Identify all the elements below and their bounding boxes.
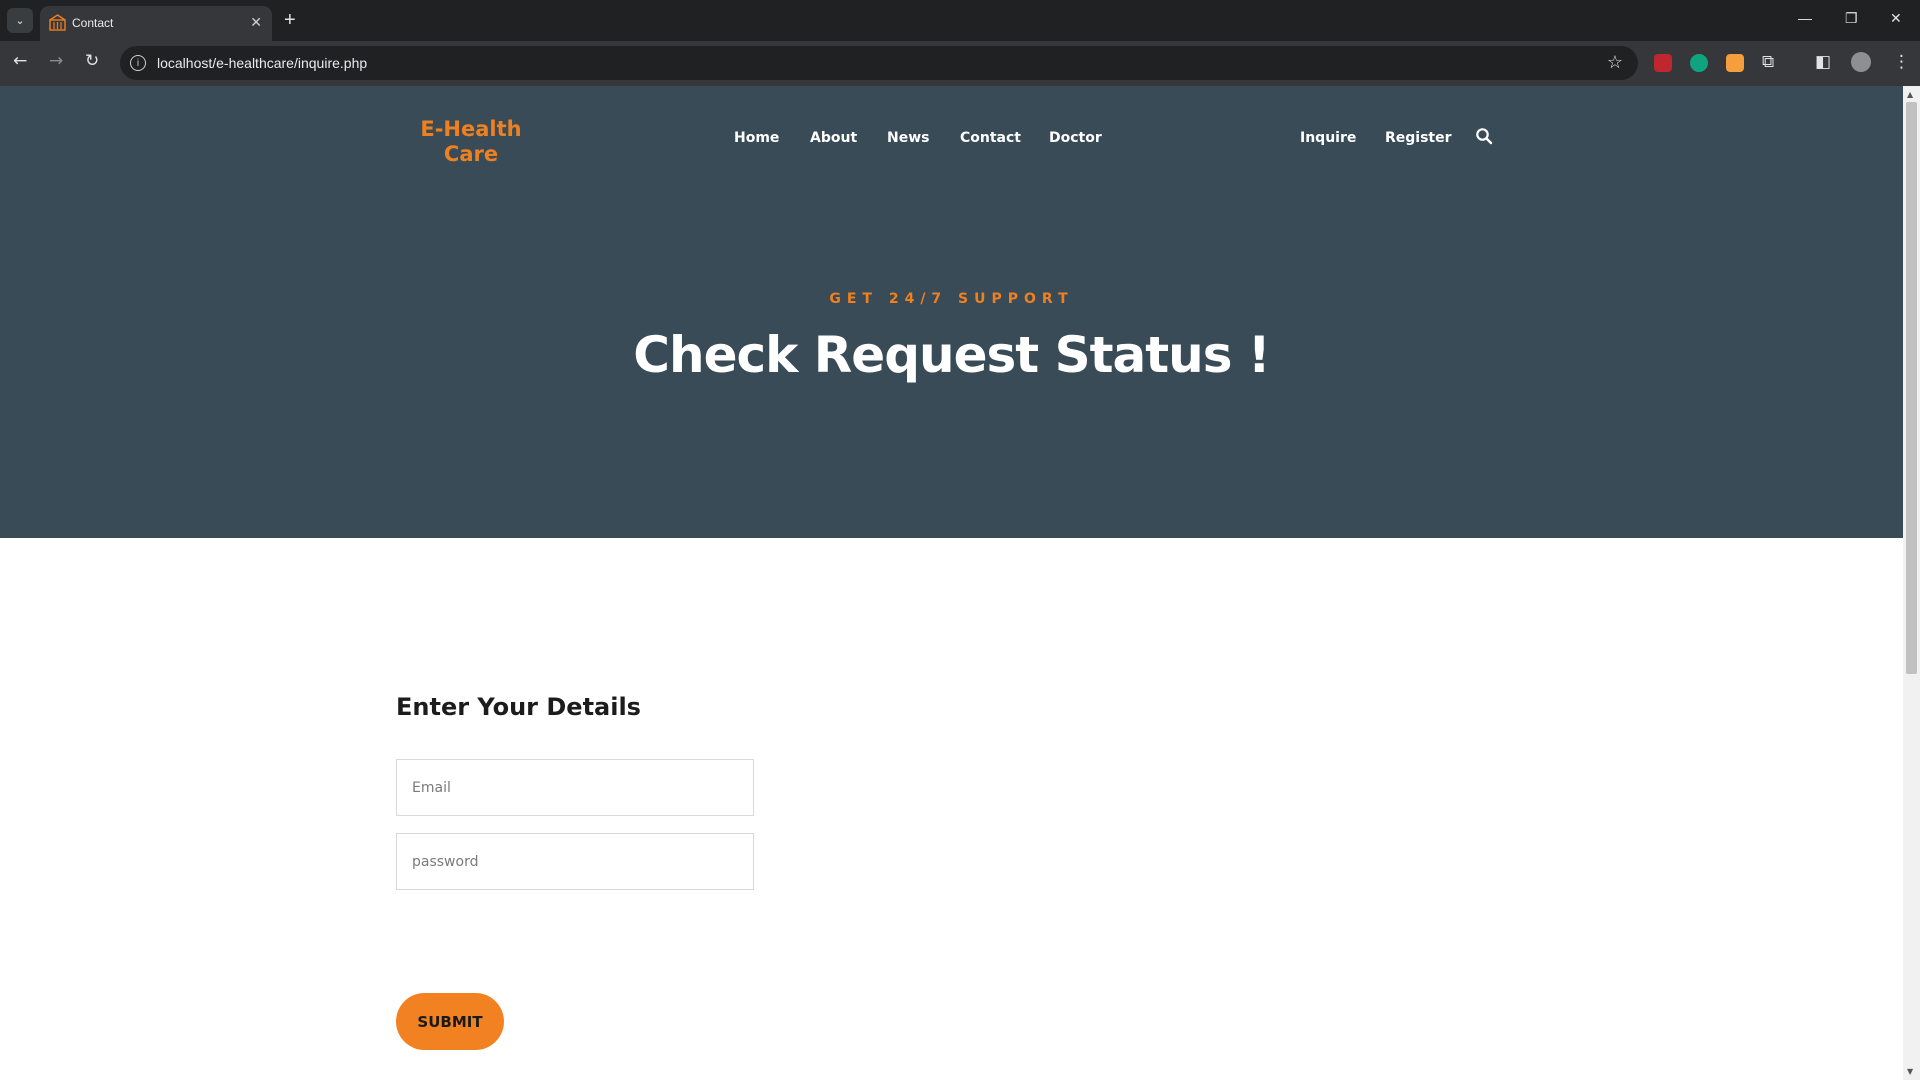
minimize-button[interactable]: —: [1798, 10, 1812, 26]
star-icon[interactable]: ☆: [1607, 52, 1623, 73]
menu-icon[interactable]: ⋮: [1893, 52, 1910, 72]
nav-home[interactable]: Home: [734, 130, 779, 146]
hero-kicker: GET 24/7 SUPPORT: [829, 291, 1074, 307]
email-field[interactable]: [396, 759, 754, 816]
info-icon[interactable]: i: [130, 55, 146, 71]
chatgpt-extension-icon[interactable]: [1690, 54, 1708, 72]
form-title: Enter Your Details: [396, 693, 641, 721]
url-text[interactable]: localhost/e-healthcare/inquire.php: [157, 55, 367, 71]
page-content: E-Health Care Home About News Contact Do…: [0, 86, 1903, 1080]
hero-section: E-Health Care Home About News Contact Do…: [0, 86, 1903, 538]
nav-contact[interactable]: Contact: [960, 130, 1021, 146]
submit-button[interactable]: SUBMIT: [396, 993, 504, 1050]
page-title: Check Request Status !: [633, 326, 1270, 384]
restore-button[interactable]: ❐: [1845, 10, 1858, 27]
nav-inquire[interactable]: Inquire: [1300, 130, 1356, 146]
ublock-extension-icon[interactable]: [1654, 54, 1672, 72]
favicon-icon: [49, 14, 66, 31]
password-field[interactable]: [396, 833, 754, 890]
page-scrollbar[interactable]: ▲ ▼: [1903, 86, 1920, 1080]
close-window-button[interactable]: ✕: [1890, 10, 1902, 27]
scroll-up-icon[interactable]: ▲: [1907, 90, 1913, 99]
site-logo[interactable]: E-Health Care: [396, 117, 546, 167]
scroll-thumb[interactable]: [1906, 102, 1917, 674]
nav-doctor[interactable]: Doctor: [1049, 130, 1102, 146]
tab-title: Contact: [72, 16, 114, 30]
tab-search-icon[interactable]: ⌄: [7, 8, 33, 33]
browser-toolbar: ← → ↻ i localhost/e-healthcare/inquire.p…: [0, 41, 1920, 86]
nav-register[interactable]: Register: [1385, 130, 1452, 146]
search-icon[interactable]: [1475, 127, 1493, 145]
extensions-icon[interactable]: ⧉: [1762, 52, 1774, 72]
reload-icon[interactable]: ↻: [85, 51, 99, 71]
tab-close-icon[interactable]: ✕: [250, 14, 262, 31]
profile-icon[interactable]: [1851, 52, 1871, 72]
browser-tab[interactable]: Contact ✕: [40, 6, 272, 41]
nav-news[interactable]: News: [887, 130, 929, 146]
side-panel-icon[interactable]: ◧: [1815, 52, 1831, 72]
browser-tab-bar: ⌄ Contact ✕ + — ❐ ✕: [0, 0, 1920, 41]
scroll-down-icon[interactable]: ▼: [1907, 1067, 1913, 1076]
extension-icon[interactable]: [1726, 54, 1744, 72]
back-icon[interactable]: ←: [13, 51, 27, 71]
nav-about[interactable]: About: [810, 130, 857, 146]
new-tab-button[interactable]: +: [284, 9, 296, 32]
forward-icon[interactable]: →: [49, 51, 63, 71]
address-bar[interactable]: i localhost/e-healthcare/inquire.php ☆: [120, 46, 1638, 80]
